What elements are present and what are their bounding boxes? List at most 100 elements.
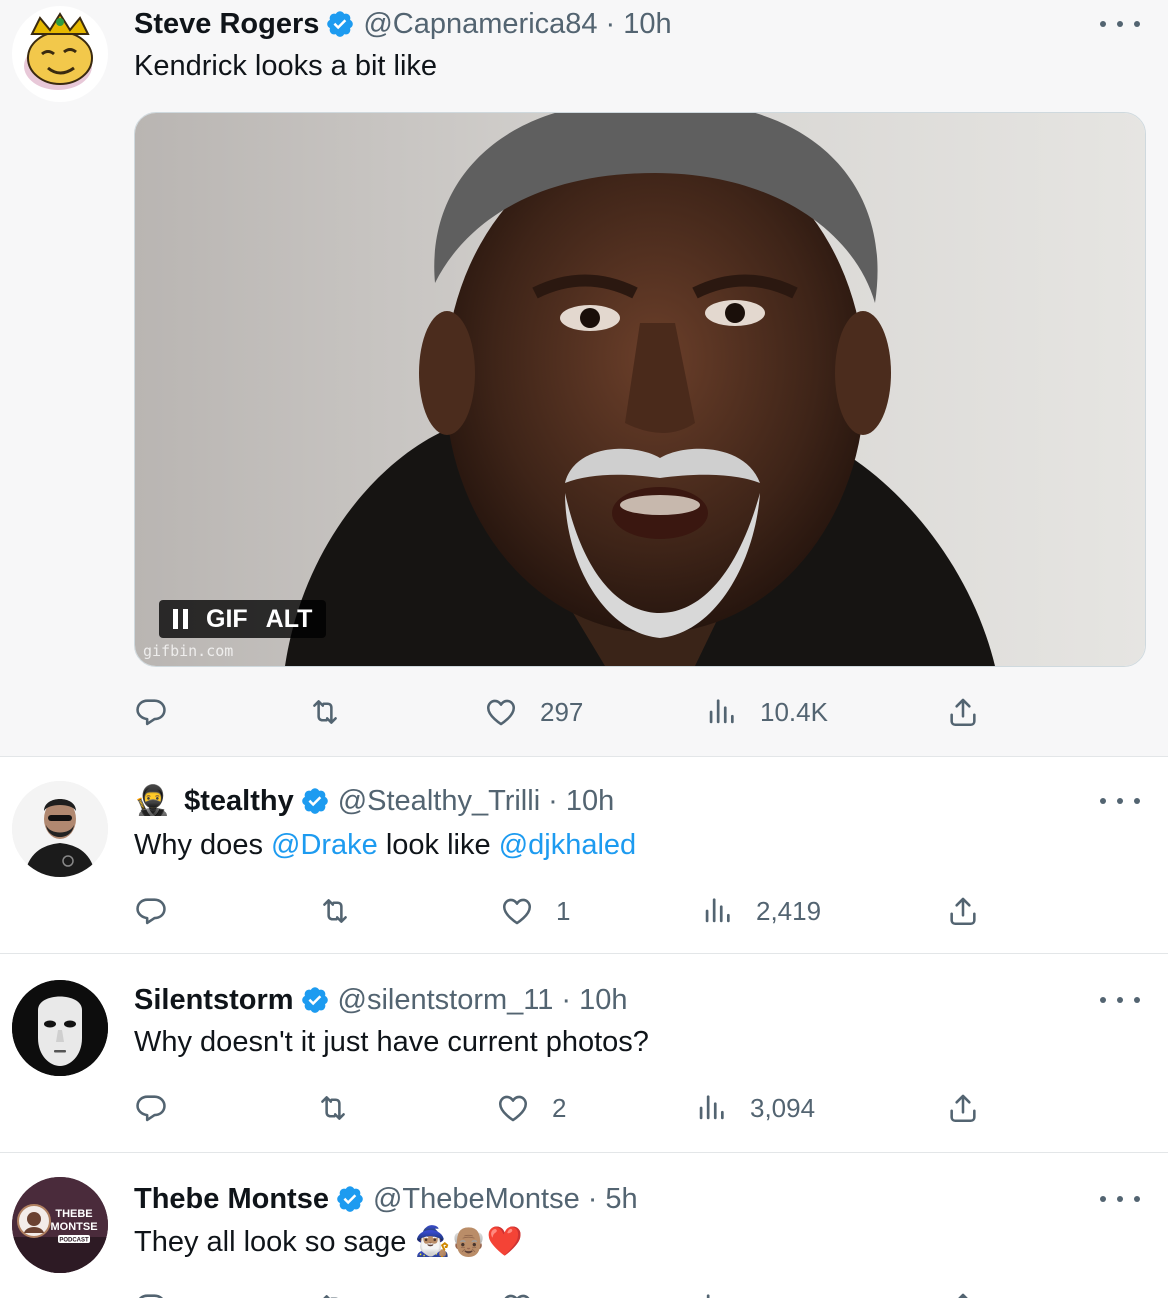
tweet-header: Silentstorm @silentstorm_11 · 10h [134, 980, 627, 1020]
views-button[interactable] [694, 1287, 728, 1298]
alt-button[interactable]: ALT [266, 605, 313, 634]
display-name[interactable]: Silentstorm [134, 984, 294, 1017]
retweet-button[interactable] [308, 692, 342, 732]
views-button[interactable]: 10.4K [704, 692, 828, 732]
tweet-text: Kendrick looks a bit like [134, 50, 438, 82]
verified-badge-icon[interactable] [300, 985, 330, 1015]
tweet-steve-rogers[interactable]: Steve Rogers @Capnamerica84 · 10h Kendri… [0, 0, 1168, 757]
verified-badge-icon[interactable] [300, 786, 330, 816]
reply-button[interactable] [134, 891, 168, 931]
share-icon [946, 1091, 980, 1125]
tweet-header: 🥷 $tealthy @Stealthy_Trilli · 10h [134, 781, 614, 821]
share-button[interactable] [946, 1287, 980, 1298]
tweet-thebe-montse[interactable]: THEBE MONTSE PODCAST Thebe Montse @Thebe… [0, 1153, 1168, 1298]
retweet-button[interactable] [316, 1088, 350, 1128]
reply-button[interactable] [134, 1287, 168, 1298]
like-icon [496, 1091, 530, 1125]
separator-dot: · [548, 784, 558, 817]
pause-icon[interactable] [173, 609, 188, 629]
separator-dot: · [561, 983, 572, 1016]
avatar[interactable] [12, 980, 108, 1076]
views-icon [700, 894, 734, 928]
more-icon[interactable] [1100, 990, 1140, 1010]
verified-badge-icon[interactable] [325, 9, 355, 39]
user-handle[interactable]: @ThebeMontse [373, 1183, 580, 1216]
mention-link-drake[interactable]: @Drake [271, 829, 378, 861]
gif-controls: GIF ALT [159, 600, 327, 638]
gif-label: GIF [206, 604, 248, 633]
view-count: 2,419 [756, 895, 822, 926]
separator-dot: · [605, 7, 616, 40]
verified-badge-icon[interactable] [335, 1184, 365, 1214]
user-handle[interactable]: @Stealthy_Trilli [338, 785, 540, 818]
retweet-icon [308, 695, 342, 729]
timestamp[interactable]: 10h [579, 984, 627, 1017]
more-icon[interactable] [1100, 791, 1140, 811]
text-segment: look like [377, 829, 499, 861]
mention-link-djkhaled[interactable]: @djkhaled [499, 829, 636, 861]
tweet-actions: 1 2,419 [134, 891, 994, 931]
text-segment: Why does [134, 829, 271, 861]
reply-icon [134, 695, 168, 729]
timestamp[interactable]: 10h [566, 785, 614, 818]
reply-icon [134, 1091, 168, 1125]
avatar-text-podcast: PODCAST [59, 1238, 89, 1244]
display-name[interactable]: Steve Rogers [134, 8, 319, 41]
timestamp[interactable]: 10h [623, 8, 671, 41]
retweet-button[interactable] [316, 1287, 350, 1298]
view-count: 3,094 [750, 1092, 816, 1123]
share-icon [946, 695, 980, 729]
tweet-text: Why does @Drake look like @djkhaled [134, 829, 636, 862]
view-count: 10.4K [760, 696, 828, 727]
more-icon[interactable] [1100, 1189, 1140, 1209]
views-button[interactable]: 2,419 [700, 891, 821, 931]
retweet-icon [316, 1091, 350, 1125]
views-icon [694, 1290, 728, 1298]
avatar-text-montse: MONTSE [50, 1221, 97, 1233]
retweet-icon [318, 894, 352, 928]
tweet-silentstorm[interactable]: Silentstorm @silentstorm_11 · 10h Why do… [0, 954, 1168, 1153]
views-icon [704, 695, 738, 729]
user-handle[interactable]: @Capnamerica84 [363, 8, 597, 41]
retweet-button[interactable] [318, 891, 352, 931]
separator-dot: · [587, 1182, 598, 1215]
like-count: 2 [552, 1092, 567, 1123]
reply-button[interactable] [134, 692, 168, 732]
views-button[interactable]: 3,094 [694, 1088, 815, 1128]
tweet-actions-partial [134, 1287, 994, 1298]
reply-button[interactable] [134, 1088, 168, 1128]
retweet-icon [316, 1290, 350, 1298]
avatar[interactable] [12, 781, 108, 877]
user-handle[interactable]: @silentstorm_11 [338, 984, 554, 1017]
timestamp[interactable]: 5h [605, 1183, 637, 1216]
tweet-stealthy[interactable]: 🥷 $tealthy @Stealthy_Trilli · 10h Why do… [0, 757, 1168, 954]
white-mask-icon [12, 980, 108, 1076]
reply-icon [134, 1290, 168, 1298]
man-portrait-image [135, 113, 1145, 666]
like-button[interactable]: 1 [500, 891, 570, 931]
avatar[interactable] [12, 6, 108, 102]
share-icon [946, 894, 980, 928]
share-button[interactable] [946, 692, 980, 732]
display-name[interactable]: $tealthy [184, 785, 294, 818]
reply-icon [134, 894, 168, 928]
like-button[interactable]: 2 [496, 1088, 566, 1128]
more-icon[interactable] [1100, 14, 1140, 34]
share-button[interactable] [946, 1088, 980, 1128]
podcast-logo-icon: THEBE MONTSE PODCAST [12, 1177, 108, 1273]
tweet-text: Why doesn't it just have current photos? [134, 1026, 649, 1058]
tweet-actions: 297 10.4K [134, 692, 994, 732]
like-icon [500, 1290, 534, 1298]
like-button[interactable] [500, 1287, 534, 1298]
tweet-actions: 2 3,094 [134, 1088, 994, 1128]
avatar[interactable]: THEBE MONTSE PODCAST [12, 1177, 108, 1273]
display-name[interactable]: Thebe Montse [134, 1183, 329, 1216]
like-button[interactable]: 297 [484, 692, 583, 732]
gif-media[interactable]: GIF ALT gifbin.com [134, 112, 1146, 667]
avatar-text-thebe: THEBE [55, 1208, 92, 1220]
like-icon [484, 695, 518, 729]
share-icon [946, 1290, 980, 1298]
share-button[interactable] [946, 891, 980, 931]
like-icon [500, 894, 534, 928]
person-silhouette-icon [12, 781, 108, 877]
